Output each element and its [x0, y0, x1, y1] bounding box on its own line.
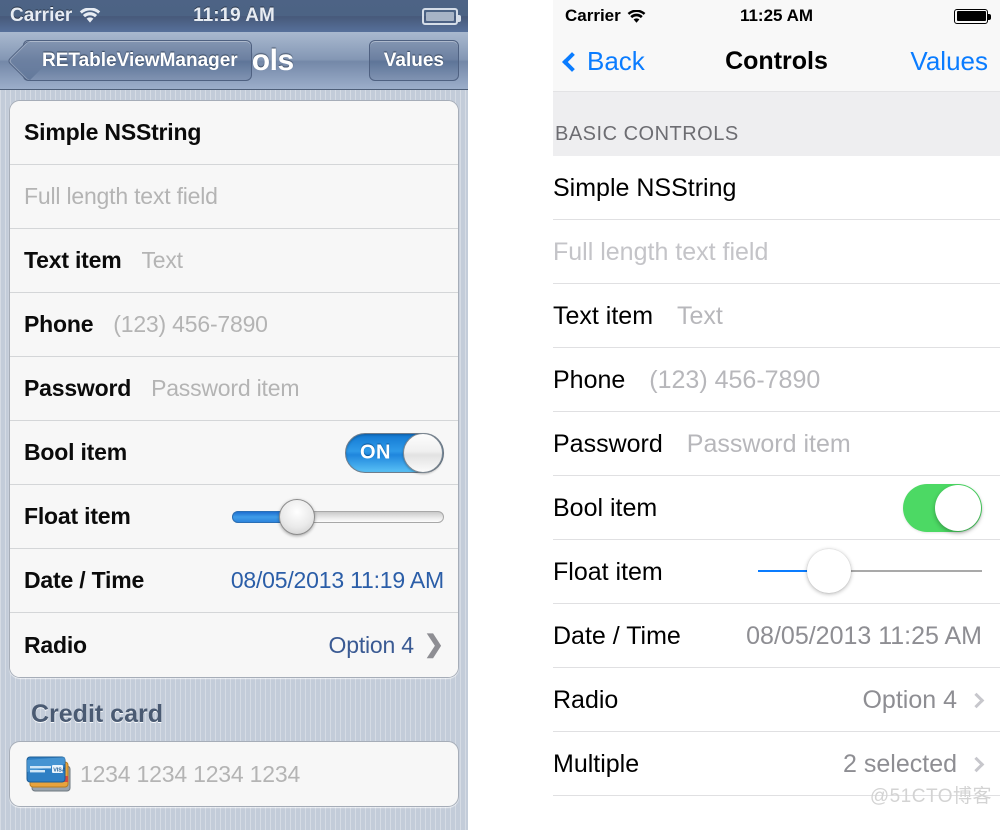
row-label: Simple NSString: [553, 173, 737, 202]
values-button[interactable]: Values: [368, 40, 459, 81]
right-nav-bar: Back Controls Values: [553, 32, 1000, 92]
row-label: Float item: [553, 557, 663, 586]
row-phone[interactable]: Phone (123) 456-7890: [10, 293, 458, 357]
row-simple-nsstring[interactable]: Simple NSString: [10, 101, 458, 165]
back-button[interactable]: RETableViewManager: [23, 40, 252, 81]
battery-icon: [954, 8, 991, 24]
row-radio[interactable]: Radio Option 4 ❯: [10, 613, 458, 677]
right-phone-ios7: Carrier 11:25 AM Back Controls Values BA…: [553, 0, 1000, 830]
float-item-slider[interactable]: [758, 549, 982, 593]
left-phone-ios6: Carrier 11:19 AM RETableViewManager Cont…: [0, 0, 468, 830]
left-status-bar: Carrier 11:19 AM: [0, 0, 468, 32]
row-radio[interactable]: Radio Option 4: [553, 668, 1000, 732]
row-float-item[interactable]: Float item: [553, 540, 1000, 604]
row-bool-item[interactable]: Bool item: [553, 476, 1000, 540]
row-label: Multiple: [553, 749, 640, 778]
date-time-value: 08/05/2013 11:25 AM: [746, 621, 982, 650]
row-date-time[interactable]: Date / Time 08/05/2013 11:25 AM: [553, 604, 1000, 668]
radio-value: Option 4: [328, 631, 415, 658]
left-status-time: 11:19 AM: [193, 5, 275, 26]
left-nav-bar: RETableViewManager Controls Values: [0, 32, 468, 90]
row-full-length-text-field[interactable]: Full length text field: [553, 220, 1000, 284]
chevron-right-icon: [968, 756, 985, 772]
chevron-right-icon: [968, 692, 985, 708]
right-status-time: 11:25 AM: [739, 6, 814, 25]
row-label: Phone: [553, 365, 626, 394]
bool-item-toggle[interactable]: [903, 484, 982, 532]
row-label: Bool item: [553, 493, 658, 522]
row-credit-card[interactable]: VISA 1234 1234 1234 1234: [10, 742, 458, 806]
bool-item-toggle[interactable]: ON: [345, 432, 444, 473]
row-full-length-text-field[interactable]: Full length text field: [10, 165, 458, 229]
credit-card-icon: VISA: [24, 752, 80, 796]
slider-knob[interactable]: [807, 549, 851, 593]
right-table: Simple NSString Full length text field T…: [553, 156, 1000, 796]
row-bool-item[interactable]: Bool item ON: [10, 421, 458, 485]
left-group-basic-controls: Simple NSString Full length text field T…: [9, 100, 459, 678]
row-label: Password: [24, 375, 132, 401]
row-date-time[interactable]: Date / Time 08/05/2013 11:19 AM: [10, 549, 458, 613]
row-phone[interactable]: Phone (123) 456-7890: [553, 348, 1000, 412]
row-label: Radio: [24, 631, 87, 658]
toggle-knob: [403, 432, 443, 473]
row-label: Date / Time: [553, 621, 681, 650]
row-multiple[interactable]: Multiple 2 selected: [553, 732, 1000, 796]
section-header-credit-card: Credit card: [31, 700, 163, 728]
svg-text:VISA: VISA: [53, 767, 66, 773]
row-label: Float item: [24, 503, 131, 529]
left-content: Simple NSString Full length text field T…: [0, 90, 468, 807]
row-label: Date / Time: [24, 567, 145, 593]
full-length-text-input-placeholder[interactable]: Full length text field: [24, 183, 218, 210]
radio-value: Option 4: [862, 685, 957, 714]
row-password[interactable]: Password Password item: [10, 357, 458, 421]
text-item-input-placeholder[interactable]: Text: [141, 247, 183, 274]
phone-input-placeholder[interactable]: (123) 456-7890: [649, 366, 820, 395]
row-label: Bool item: [24, 439, 127, 465]
row-label: Radio: [553, 685, 619, 714]
row-text-item[interactable]: Text item Text: [553, 284, 1000, 348]
row-label: Text item: [24, 247, 122, 273]
back-button[interactable]: Back: [562, 46, 645, 77]
battery-icon: [422, 7, 461, 25]
phone-input-placeholder[interactable]: (123) 456-7890: [113, 311, 268, 338]
toggle-on-label: ON: [360, 441, 391, 463]
left-group-credit-card: VISA 1234 1234 1234 1234: [9, 741, 459, 807]
row-simple-nsstring[interactable]: Simple NSString: [553, 156, 1000, 220]
credit-card-input-placeholder[interactable]: 1234 1234 1234 1234: [80, 761, 300, 788]
full-length-text-input-placeholder[interactable]: Full length text field: [553, 238, 768, 267]
float-item-slider[interactable]: [232, 498, 444, 535]
multiple-value: 2 selected: [843, 749, 957, 778]
slider-knob[interactable]: [279, 498, 315, 535]
row-text-item[interactable]: Text item Text: [10, 229, 458, 293]
row-label: Simple NSString: [24, 119, 202, 145]
row-label: Password: [553, 429, 663, 458]
chevron-left-icon: [562, 51, 582, 72]
back-button-label: Back: [587, 46, 645, 76]
row-label: Phone: [24, 311, 94, 337]
screenshot-stage: Carrier 11:19 AM RETableViewManager Cont…: [0, 0, 1000, 830]
chevron-right-icon: ❯: [423, 631, 444, 658]
section-header-basic-controls: BASIC CONTROLS: [553, 92, 1000, 156]
row-password[interactable]: Password Password item: [553, 412, 1000, 476]
row-label: Text item: [553, 301, 654, 330]
password-input-placeholder[interactable]: Password item: [687, 430, 851, 459]
date-time-value: 08/05/2013 11:19 AM: [230, 567, 444, 593]
password-input-placeholder[interactable]: Password item: [151, 375, 299, 402]
text-item-input-placeholder[interactable]: Text: [677, 302, 723, 331]
row-float-item[interactable]: Float item: [10, 485, 458, 549]
toggle-knob: [935, 485, 981, 531]
values-button[interactable]: Values: [910, 46, 988, 77]
right-status-bar: Carrier 11:25 AM: [553, 0, 1000, 32]
